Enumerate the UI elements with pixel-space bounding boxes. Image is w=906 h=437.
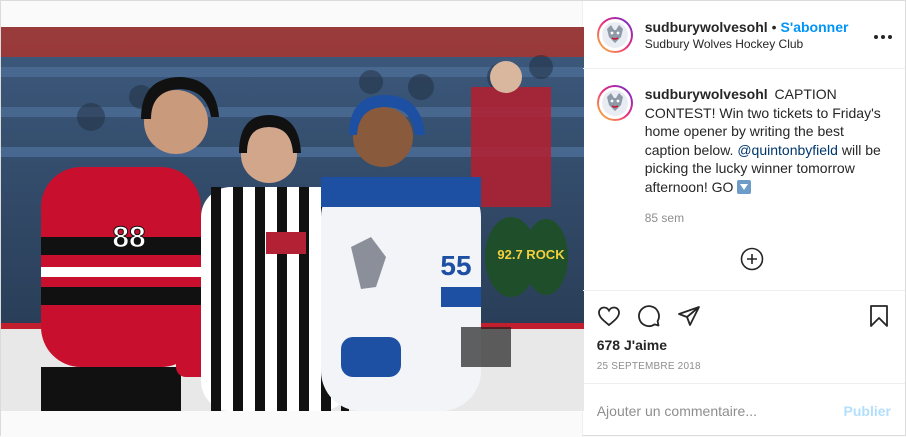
post-side-panel: sudburywolvesohl • S'abonner Sudbury Wol… bbox=[582, 1, 905, 437]
post-photo[interactable]: 92.7 ROCK 88 55 bbox=[1, 27, 584, 411]
post-header: sudburywolvesohl • S'abonner Sudbury Wol… bbox=[582, 1, 905, 69]
post-date: 25 SEPTEMBRE 2018 bbox=[596, 361, 701, 372]
comment-input[interactable] bbox=[596, 402, 844, 419]
post-media: 92.7 ROCK 88 55 bbox=[1, 1, 584, 437]
share-icon[interactable] bbox=[677, 304, 701, 328]
left-jersey-number: 88 bbox=[112, 221, 145, 254]
comment-bar: Publier bbox=[582, 383, 905, 437]
wolf-logo bbox=[598, 18, 631, 51]
hockey-photo-illustration: 92.7 ROCK 88 55 bbox=[1, 27, 584, 411]
location-link[interactable]: Sudbury Wolves Hockey Club bbox=[645, 37, 873, 51]
separator-dot: • bbox=[771, 18, 777, 35]
caption-section: sudburywolvesohl CAPTION CONTEST! Win tw… bbox=[582, 69, 905, 291]
more-options-icon[interactable] bbox=[873, 24, 893, 45]
action-bar bbox=[583, 291, 905, 341]
right-jersey-number: 55 bbox=[440, 250, 471, 281]
comment-icon[interactable] bbox=[637, 304, 661, 328]
likes-count[interactable]: 678 J'aime bbox=[583, 337, 905, 353]
bookmark-icon[interactable] bbox=[867, 304, 891, 328]
plus-circle-icon[interactable] bbox=[740, 247, 764, 271]
header-username[interactable]: sudburywolvesohl bbox=[645, 19, 768, 35]
wolf-logo bbox=[598, 87, 631, 119]
post-container: 92.7 ROCK 88 55 sudburywolvesohl • S'abo… bbox=[0, 0, 906, 437]
caption-text: sudburywolvesohl CAPTION CONTEST! Win tw… bbox=[645, 85, 885, 290]
caption-mention[interactable]: @quintonbyfield bbox=[737, 142, 838, 158]
down-arrow-emoji-icon bbox=[737, 179, 752, 194]
heart-icon[interactable] bbox=[597, 304, 621, 328]
post-time-ago[interactable]: 85 sem bbox=[645, 209, 885, 228]
follow-button[interactable]: S'abonner bbox=[781, 19, 849, 35]
caption-avatar[interactable] bbox=[596, 85, 633, 121]
sign-text: 92.7 ROCK bbox=[497, 247, 565, 262]
publish-button[interactable]: Publier bbox=[844, 403, 891, 419]
avatar[interactable] bbox=[596, 16, 633, 53]
caption-username[interactable]: sudburywolvesohl bbox=[645, 86, 768, 102]
